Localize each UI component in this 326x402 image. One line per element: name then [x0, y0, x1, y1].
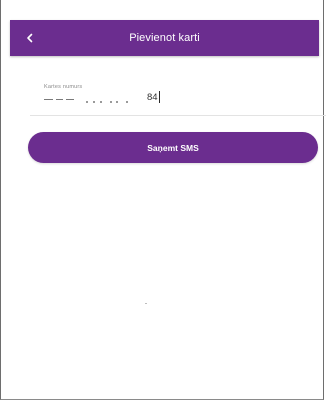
chevron-left-icon [27, 33, 33, 43]
card-number-label: Kartes numurs [44, 84, 83, 90]
card-number-input[interactable]: 84 [147, 91, 160, 103]
text-caret [158, 91, 160, 103]
decorative-dot [145, 303, 147, 304]
card-number-field[interactable]: Kartes numurs 84 [30, 75, 326, 116]
masked-card-digits [44, 95, 164, 103]
page-title: Pievienot karti [129, 32, 200, 44]
app-bar: Pievienot karti [10, 20, 319, 56]
get-sms-button[interactable]: Saņemt SMS [28, 132, 318, 163]
add-card-screen: Pievienot karti Kartes numurs 84 Saņemt … [0, 0, 326, 400]
card-number-value: 84 [147, 91, 158, 103]
back-button[interactable] [18, 26, 42, 50]
